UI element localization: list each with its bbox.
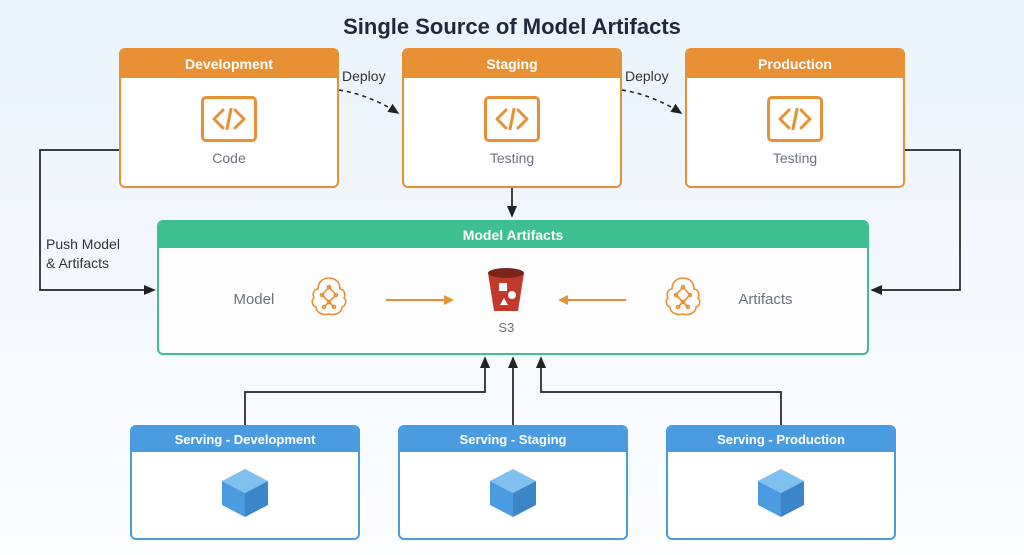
env-caption-production: Testing — [773, 150, 817, 166]
arrow-icon — [384, 293, 454, 307]
serving-header-staging: Serving - Staging — [400, 427, 626, 452]
serving-header-production: Serving - Production — [668, 427, 894, 452]
deploy-label-2: Deploy — [625, 68, 669, 84]
env-caption-staging: Testing — [490, 150, 534, 166]
serving-header-development: Serving - Development — [132, 427, 358, 452]
model-label: Model — [233, 291, 274, 308]
artifacts-header: Model Artifacts — [159, 222, 867, 248]
cube-icon — [754, 465, 808, 524]
serving-box-development: Serving - Development — [130, 425, 360, 540]
diagram-title: Single Source of Model Artifacts — [0, 14, 1024, 40]
brain-icon — [658, 272, 708, 327]
cube-icon — [218, 465, 272, 524]
push-label: Push Model& Artifacts — [46, 235, 120, 273]
brain-icon — [304, 272, 354, 327]
serving-box-production: Serving - Production — [666, 425, 896, 540]
env-box-production: Production Testing — [685, 48, 905, 188]
env-box-development: Development Code — [119, 48, 339, 188]
artifacts-panel: Model Artifacts Model — [157, 220, 869, 355]
env-box-staging: Staging Testing — [402, 48, 622, 188]
artifacts-label: Artifacts — [738, 291, 792, 308]
env-caption-development: Code — [212, 150, 245, 166]
s3-bucket-icon — [484, 265, 528, 318]
deploy-label-1: Deploy — [342, 68, 386, 84]
serving-box-staging: Serving - Staging — [398, 425, 628, 540]
code-icon — [767, 96, 823, 142]
cube-icon — [486, 465, 540, 524]
env-header-production: Production — [687, 50, 903, 78]
code-icon — [484, 96, 540, 142]
s3-label: S3 — [498, 320, 514, 335]
code-icon — [201, 96, 257, 142]
env-header-staging: Staging — [404, 50, 620, 78]
arrow-icon — [558, 293, 628, 307]
env-header-development: Development — [121, 50, 337, 78]
